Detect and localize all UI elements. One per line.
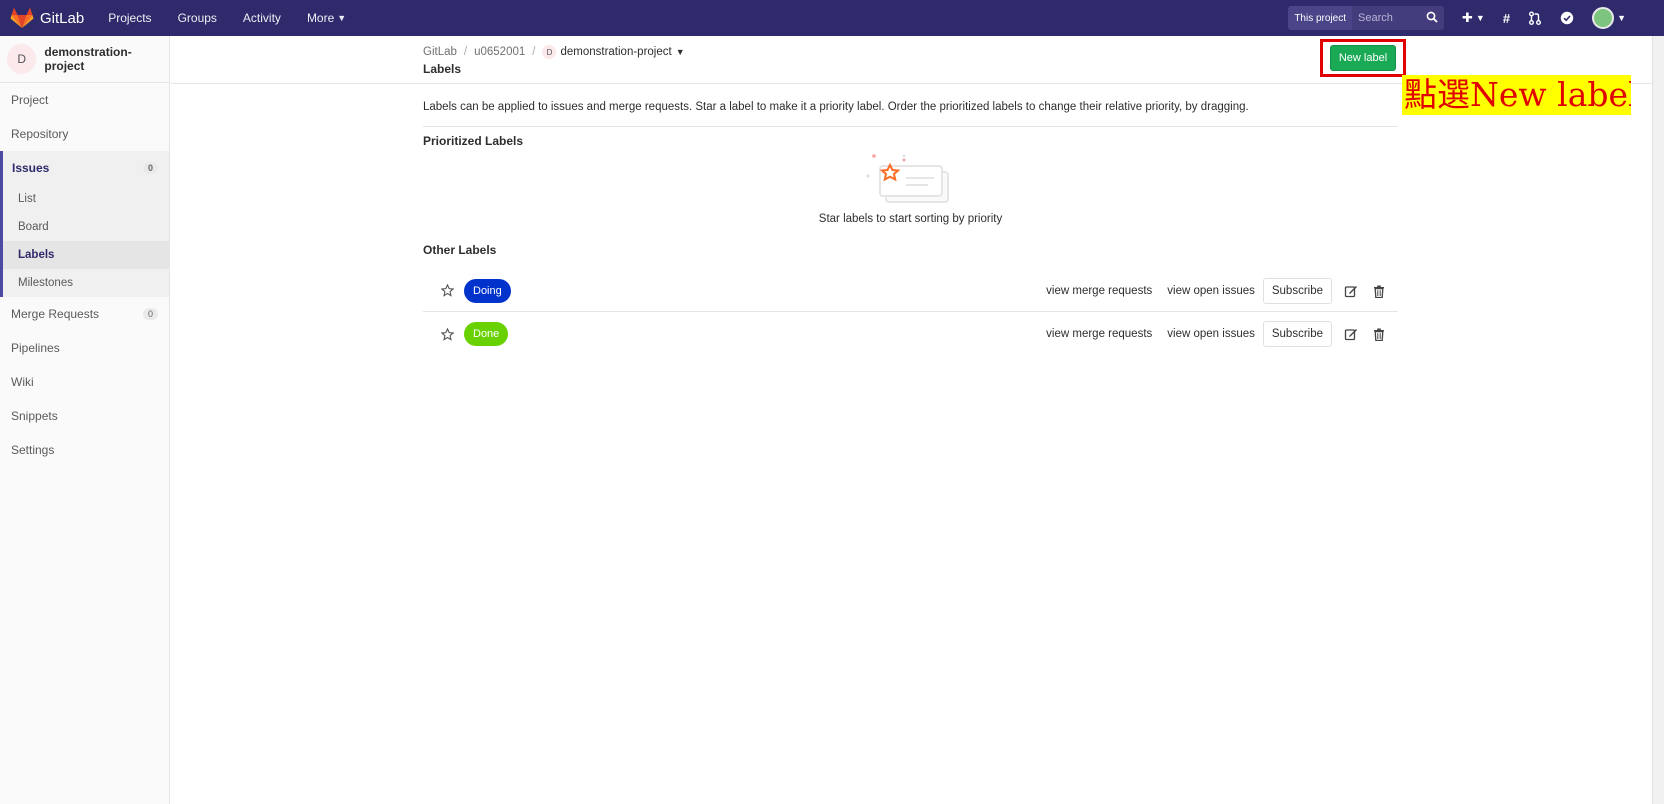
sidebar-subitem-list[interactable]: List [3, 185, 169, 213]
breadcrumb: GitLab / u0652001 / D demonstration-proj… [423, 45, 685, 59]
new-label-button[interactable]: New label [1330, 45, 1396, 71]
view-merge-requests-link[interactable]: view merge requests [1046, 285, 1152, 297]
sidebar-item-label: Merge Requests [11, 307, 100, 321]
sidebar-subitem-milestones[interactable]: Milestones [3, 269, 169, 297]
nav-projects[interactable]: Projects [108, 11, 151, 25]
sidebar-item-issues[interactable]: Issues 0 [3, 151, 169, 185]
prioritized-labels-title: Prioritized Labels [423, 134, 524, 148]
nav-activity[interactable]: Activity [243, 11, 281, 25]
brand-name: GitLab [40, 9, 85, 27]
breadcrumb-user[interactable]: u0652001 [474, 46, 525, 58]
breadcrumb-separator: / [463, 46, 468, 58]
sidebar-item-merge-requests[interactable]: Merge Requests 0 [0, 297, 169, 331]
breadcrumb-root[interactable]: GitLab [423, 46, 457, 58]
sidebar-item-label: Wiki [11, 375, 34, 389]
view-merge-requests-link[interactable]: view merge requests [1046, 328, 1152, 340]
gitlab-logo-icon [10, 7, 34, 29]
star-icon[interactable] [441, 284, 454, 297]
subscribe-button[interactable]: Subscribe [1262, 278, 1332, 304]
breadcrumb-separator: / [532, 46, 536, 58]
subscribe-button[interactable]: Subscribe [1262, 321, 1332, 347]
top-navbar: GitLab Projects Groups Activity More ▼ T… [0, 0, 1664, 36]
merge-request-icon[interactable] [1528, 11, 1542, 25]
scrollbar[interactable] [1652, 36, 1664, 804]
nav-more[interactable]: More ▼ [307, 11, 346, 25]
sidebar-item-wiki[interactable]: Wiki [0, 365, 169, 399]
sidebar-item-label: Project [11, 93, 49, 107]
trash-icon[interactable] [1370, 282, 1388, 300]
empty-priority-text: Star labels to start sorting by priority [818, 213, 1003, 225]
sidebar-item-project[interactable]: Project [0, 83, 169, 117]
sidebar-project-header[interactable]: D demonstration-project [0, 36, 169, 83]
sidebar-issues-group: Issues 0 List Board Labels Milestones [0, 151, 169, 297]
chevron-down-icon[interactable]: ▼ [1617, 13, 1626, 23]
edit-icon[interactable] [1342, 282, 1360, 300]
trash-icon[interactable] [1370, 325, 1388, 343]
issues-count-badge: 0 [142, 162, 158, 174]
search-icon [1426, 11, 1438, 26]
instruction-annotation: 點選New label [1402, 75, 1631, 115]
chevron-down-icon: ▼ [675, 47, 685, 57]
other-labels-title: Other Labels [423, 243, 497, 257]
sidebar-item-label: Issues [12, 161, 50, 175]
labels-intro-text: Labels can be applied to issues and merg… [423, 101, 1249, 113]
nav-groups[interactable]: Groups [178, 11, 217, 25]
sidebar: D demonstration-project Project Reposito… [0, 36, 170, 804]
user-avatar[interactable] [1592, 7, 1615, 29]
sidebar-item-settings[interactable]: Settings [0, 433, 169, 467]
sidebar-item-repository[interactable]: Repository [0, 117, 169, 151]
nav-more-label: More [306, 11, 335, 25]
brand[interactable]: GitLab [10, 0, 84, 36]
sidebar-item-label: Settings [11, 443, 55, 457]
label-pill-doing[interactable]: Doing [464, 278, 511, 303]
sidebar-subitem-labels[interactable]: Labels [3, 241, 169, 269]
view-open-issues-link[interactable]: view open issues [1167, 285, 1255, 297]
project-avatar: D [7, 44, 37, 74]
edit-icon[interactable] [1342, 325, 1360, 343]
sidebar-item-snippets[interactable]: Snippets [0, 399, 169, 433]
sidebar-item-label: Repository [11, 127, 69, 141]
breadcrumb-project-avatar: D [542, 45, 557, 59]
search-scope[interactable]: This project [1288, 6, 1353, 30]
chevron-down-icon: ▼ [337, 13, 347, 23]
view-open-issues-link[interactable]: view open issues [1167, 328, 1255, 340]
label-row: Done view merge requests view open issue… [423, 313, 1398, 355]
plus-icon[interactable]: ✚ ▼ [1462, 10, 1485, 26]
breadcrumb-project-label: demonstration-project [560, 46, 672, 58]
sidebar-subitem-board[interactable]: Board [3, 213, 169, 241]
sidebar-item-label: Snippets [11, 409, 58, 423]
highlight-box: New label [1320, 39, 1406, 77]
empty-priority-illustration [864, 154, 954, 208]
project-name: demonstration-project [44, 45, 132, 73]
search-input[interactable]: Search [1352, 6, 1445, 30]
label-pill-done[interactable]: Done [464, 322, 509, 346]
search-placeholder: Search [1358, 12, 1393, 24]
divider [423, 126, 1398, 127]
star-icon[interactable] [441, 327, 454, 341]
sidebar-item-label: Pipelines [11, 341, 60, 355]
page-title: Labels [423, 62, 462, 76]
label-row: Doing view merge requests view open issu… [423, 270, 1398, 312]
sidebar-item-pipelines[interactable]: Pipelines [0, 331, 169, 365]
hashtag-icon[interactable]: # [1503, 11, 1510, 26]
merge-requests-count-badge: 0 [142, 308, 158, 320]
todo-check-icon[interactable] [1560, 11, 1574, 25]
breadcrumb-project[interactable]: D demonstration-project ▼ [542, 45, 685, 59]
